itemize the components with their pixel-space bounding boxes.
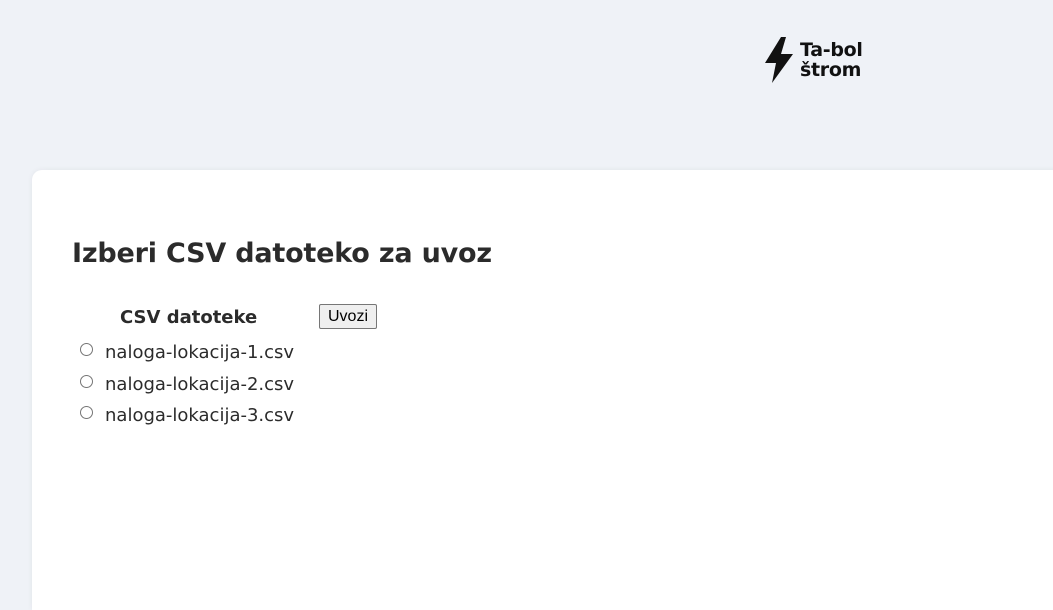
csv-file-option[interactable]: naloga-lokacija-1.csv (80, 337, 294, 369)
brand-name-line2: štrom (800, 59, 862, 81)
file-radio-button[interactable] (80, 343, 93, 357)
brand-logo: Ta-bol štrom (764, 37, 863, 83)
csv-file-list: naloga-lokacija-1.csv naloga-lokacija-2.… (80, 337, 294, 432)
file-radio-button[interactable] (80, 406, 93, 420)
csv-file-option[interactable]: naloga-lokacija-2.csv (80, 369, 294, 401)
csv-file-option[interactable]: naloga-lokacija-3.csv (80, 400, 294, 432)
csv-files-header: CSV datoteke (120, 307, 258, 328)
file-name-label[interactable]: naloga-lokacija-1.csv (105, 342, 294, 363)
file-name-label[interactable]: naloga-lokacija-2.csv (105, 374, 294, 395)
page-title: Izberi CSV datoteko za uvoz (72, 238, 492, 269)
import-button[interactable]: Uvozi (319, 304, 378, 329)
file-name-label[interactable]: naloga-lokacija-3.csv (105, 405, 294, 426)
import-card: Izberi CSV datoteko za uvoz CSV datoteke… (32, 170, 1053, 610)
lightning-bolt-icon (765, 37, 793, 83)
brand-name-line1: Ta-bol (800, 39, 863, 61)
file-radio-button[interactable] (80, 374, 93, 388)
brand-name: Ta-bol štrom (800, 40, 863, 80)
